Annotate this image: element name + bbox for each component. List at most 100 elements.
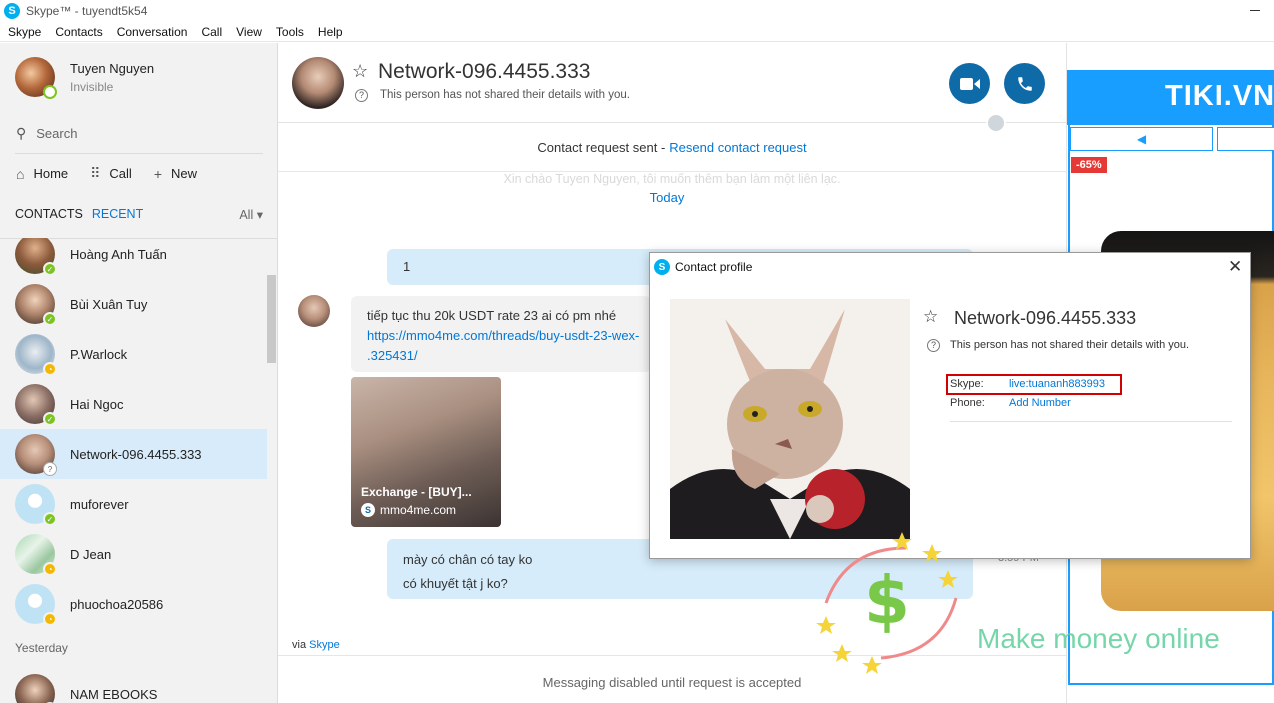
search-box[interactable]: ⚲ Search bbox=[16, 125, 77, 142]
video-camera-icon bbox=[959, 77, 980, 90]
contact-item[interactable]: ✓ Hai Ngoc bbox=[0, 379, 267, 429]
contact-name: D Jean bbox=[70, 546, 112, 562]
menu-call[interactable]: Call bbox=[194, 25, 229, 39]
contact-list: ✓ Hoàng Anh Tuấn ✓ Bùi Xuân Tuy ◔ P.Warl… bbox=[0, 238, 278, 703]
menu-view[interactable]: View bbox=[229, 25, 269, 39]
my-avatar[interactable] bbox=[15, 57, 57, 99]
contact-avatar: ◔ bbox=[15, 334, 57, 376]
new-button[interactable]: + New bbox=[154, 166, 197, 182]
contact-tabs: CONTACTS RECENT All ▾ bbox=[15, 207, 263, 222]
privacy-note: This person has not shared their details… bbox=[380, 89, 630, 101]
menu-bar: Skype Contacts Conversation Call View To… bbox=[0, 22, 1274, 42]
skype-id-label: Skype: bbox=[950, 378, 984, 390]
message-text: 1 bbox=[403, 259, 411, 274]
contact-item[interactable]: ◔ phuochoa20586 bbox=[0, 579, 267, 629]
minimize-icon[interactable] bbox=[1250, 10, 1260, 11]
skype-logo-icon: S bbox=[654, 259, 670, 275]
contact-avatar: ✓ bbox=[15, 484, 57, 526]
favorite-star-icon[interactable]: ☆ bbox=[352, 61, 368, 82]
contact-avatar: ◔ bbox=[15, 534, 57, 576]
menu-conversation[interactable]: Conversation bbox=[110, 25, 195, 39]
via-skype-link[interactable]: Skype bbox=[309, 639, 340, 651]
my-status[interactable]: Invisible bbox=[70, 80, 154, 94]
contact-item[interactable]: ✓ NAM EBOOKS bbox=[0, 669, 267, 703]
link-preview-domain: mmo4me.com bbox=[380, 503, 457, 517]
home-label: Home bbox=[33, 166, 69, 181]
away-status-icon: ◔ bbox=[43, 612, 57, 626]
close-icon[interactable]: ✕ bbox=[1228, 257, 1242, 277]
home-button[interactable]: ⌂ Home bbox=[16, 166, 68, 182]
chevron-down-icon: ▾ bbox=[256, 207, 263, 222]
contact-avatar: ✓ bbox=[15, 238, 57, 276]
filter-label: All bbox=[239, 207, 254, 222]
link-preview-title: Exchange - [BUY]... bbox=[361, 485, 472, 499]
message-link[interactable]: https://mmo4me.com/threads/buy-usdt-23-w… bbox=[367, 326, 651, 346]
contact-name: muforever bbox=[70, 496, 129, 512]
contact-item-selected[interactable]: ? Network-096.4455.333 bbox=[0, 429, 267, 479]
menu-contacts[interactable]: Contacts bbox=[48, 25, 109, 39]
divider bbox=[950, 421, 1232, 422]
menu-skype[interactable]: Skype bbox=[0, 25, 48, 39]
nav-row: ⌂ Home ⠿ Call + New bbox=[16, 165, 219, 182]
online-status-icon: ✓ bbox=[43, 512, 57, 526]
conversation-header: ☆ Network-096.4455.333 ? This person has… bbox=[278, 43, 1066, 133]
contact-item[interactable]: ◔ P.Warlock bbox=[0, 329, 267, 379]
away-status-icon: ◔ bbox=[43, 362, 57, 376]
dialpad-icon: ⠿ bbox=[90, 165, 101, 181]
resend-request-link[interactable]: Resend contact request bbox=[669, 140, 806, 155]
away-status-icon: ◔ bbox=[43, 562, 57, 576]
my-profile[interactable]: Tuyen Nguyen Invisible bbox=[15, 57, 155, 99]
question-icon: ? bbox=[927, 339, 940, 352]
menu-tools[interactable]: Tools bbox=[269, 25, 311, 39]
ad-prev-button[interactable]: ◀ bbox=[1070, 127, 1213, 151]
svg-text:$: $ bbox=[864, 562, 910, 639]
section-yesterday: Yesterday bbox=[15, 641, 68, 655]
phone-icon bbox=[1017, 76, 1032, 91]
contact-list-scrollbar[interactable] bbox=[267, 275, 276, 363]
contact-name: Hai Ngoc bbox=[70, 396, 124, 412]
contact-title[interactable]: Network-096.4455.333 bbox=[378, 60, 590, 84]
plus-icon: + bbox=[153, 165, 163, 182]
tab-recent[interactable]: RECENT bbox=[92, 207, 143, 221]
contact-header-avatar[interactable] bbox=[292, 57, 344, 109]
link-preview-card[interactable]: Exchange - [BUY]... S mmo4me.com bbox=[351, 377, 501, 527]
new-label: New bbox=[171, 166, 198, 181]
contact-item[interactable]: ✓ Bùi Xuân Tuy bbox=[0, 279, 267, 329]
contact-photo bbox=[670, 299, 910, 539]
tab-contacts[interactable]: CONTACTS bbox=[15, 207, 83, 221]
contact-item[interactable]: ◔ D Jean bbox=[0, 529, 267, 579]
contact-avatar: ✓ bbox=[15, 384, 57, 426]
divider bbox=[15, 153, 263, 154]
message-link-continued[interactable]: .325431/ bbox=[367, 346, 651, 366]
contact-avatar: ◔ bbox=[15, 584, 57, 626]
watermark-text: Make money online bbox=[977, 623, 1220, 654]
call-label: Call bbox=[109, 166, 132, 181]
phone-label: Phone: bbox=[950, 397, 985, 409]
skype-small-icon: S bbox=[361, 503, 375, 517]
favorite-star-icon[interactable]: ☆ bbox=[923, 307, 938, 327]
menu-help[interactable]: Help bbox=[311, 25, 350, 39]
filter-dropdown[interactable]: All ▾ bbox=[239, 207, 263, 222]
via-prefix: via bbox=[292, 639, 307, 651]
date-separator: Today bbox=[649, 190, 685, 205]
my-name: Tuyen Nguyen bbox=[70, 60, 155, 76]
home-icon: ⌂ bbox=[16, 165, 25, 182]
audio-call-button[interactable] bbox=[1004, 63, 1045, 104]
ad-header[interactable]: TIKI.VN bbox=[1067, 70, 1274, 125]
call-button[interactable]: ⠿ Call bbox=[90, 165, 132, 182]
contact-profile-dialog: S Contact profile ✕ ☆ Network-096.4455.3… bbox=[649, 252, 1251, 559]
contact-item[interactable]: ✓ muforever bbox=[0, 479, 267, 529]
ad-next-button[interactable] bbox=[1217, 127, 1274, 151]
video-call-button[interactable] bbox=[949, 63, 990, 104]
sidebar: Tuyen Nguyen Invisible ⚲ Search ⌂ Home ⠿… bbox=[0, 43, 278, 703]
profile-note: This person has not shared their details… bbox=[950, 339, 1190, 351]
faint-greeting: Xin chào Tuyen Nguyen, tôi muốn thêm bạn… bbox=[503, 172, 841, 186]
profile-name: Network-096.4455.333 bbox=[954, 308, 1137, 328]
add-number-link[interactable]: Add Number bbox=[1009, 397, 1071, 409]
skype-id-link[interactable]: live:tuananh883993 bbox=[1009, 378, 1105, 390]
contact-item[interactable]: ✓ Hoàng Anh Tuấn bbox=[0, 238, 267, 279]
ad-discount-badge: -65% bbox=[1071, 157, 1107, 173]
contact-name: Network-096.4455.333 bbox=[70, 446, 202, 462]
contact-name: phuochoa20586 bbox=[70, 596, 164, 612]
contact-name: Bùi Xuân Tuy bbox=[70, 296, 148, 312]
